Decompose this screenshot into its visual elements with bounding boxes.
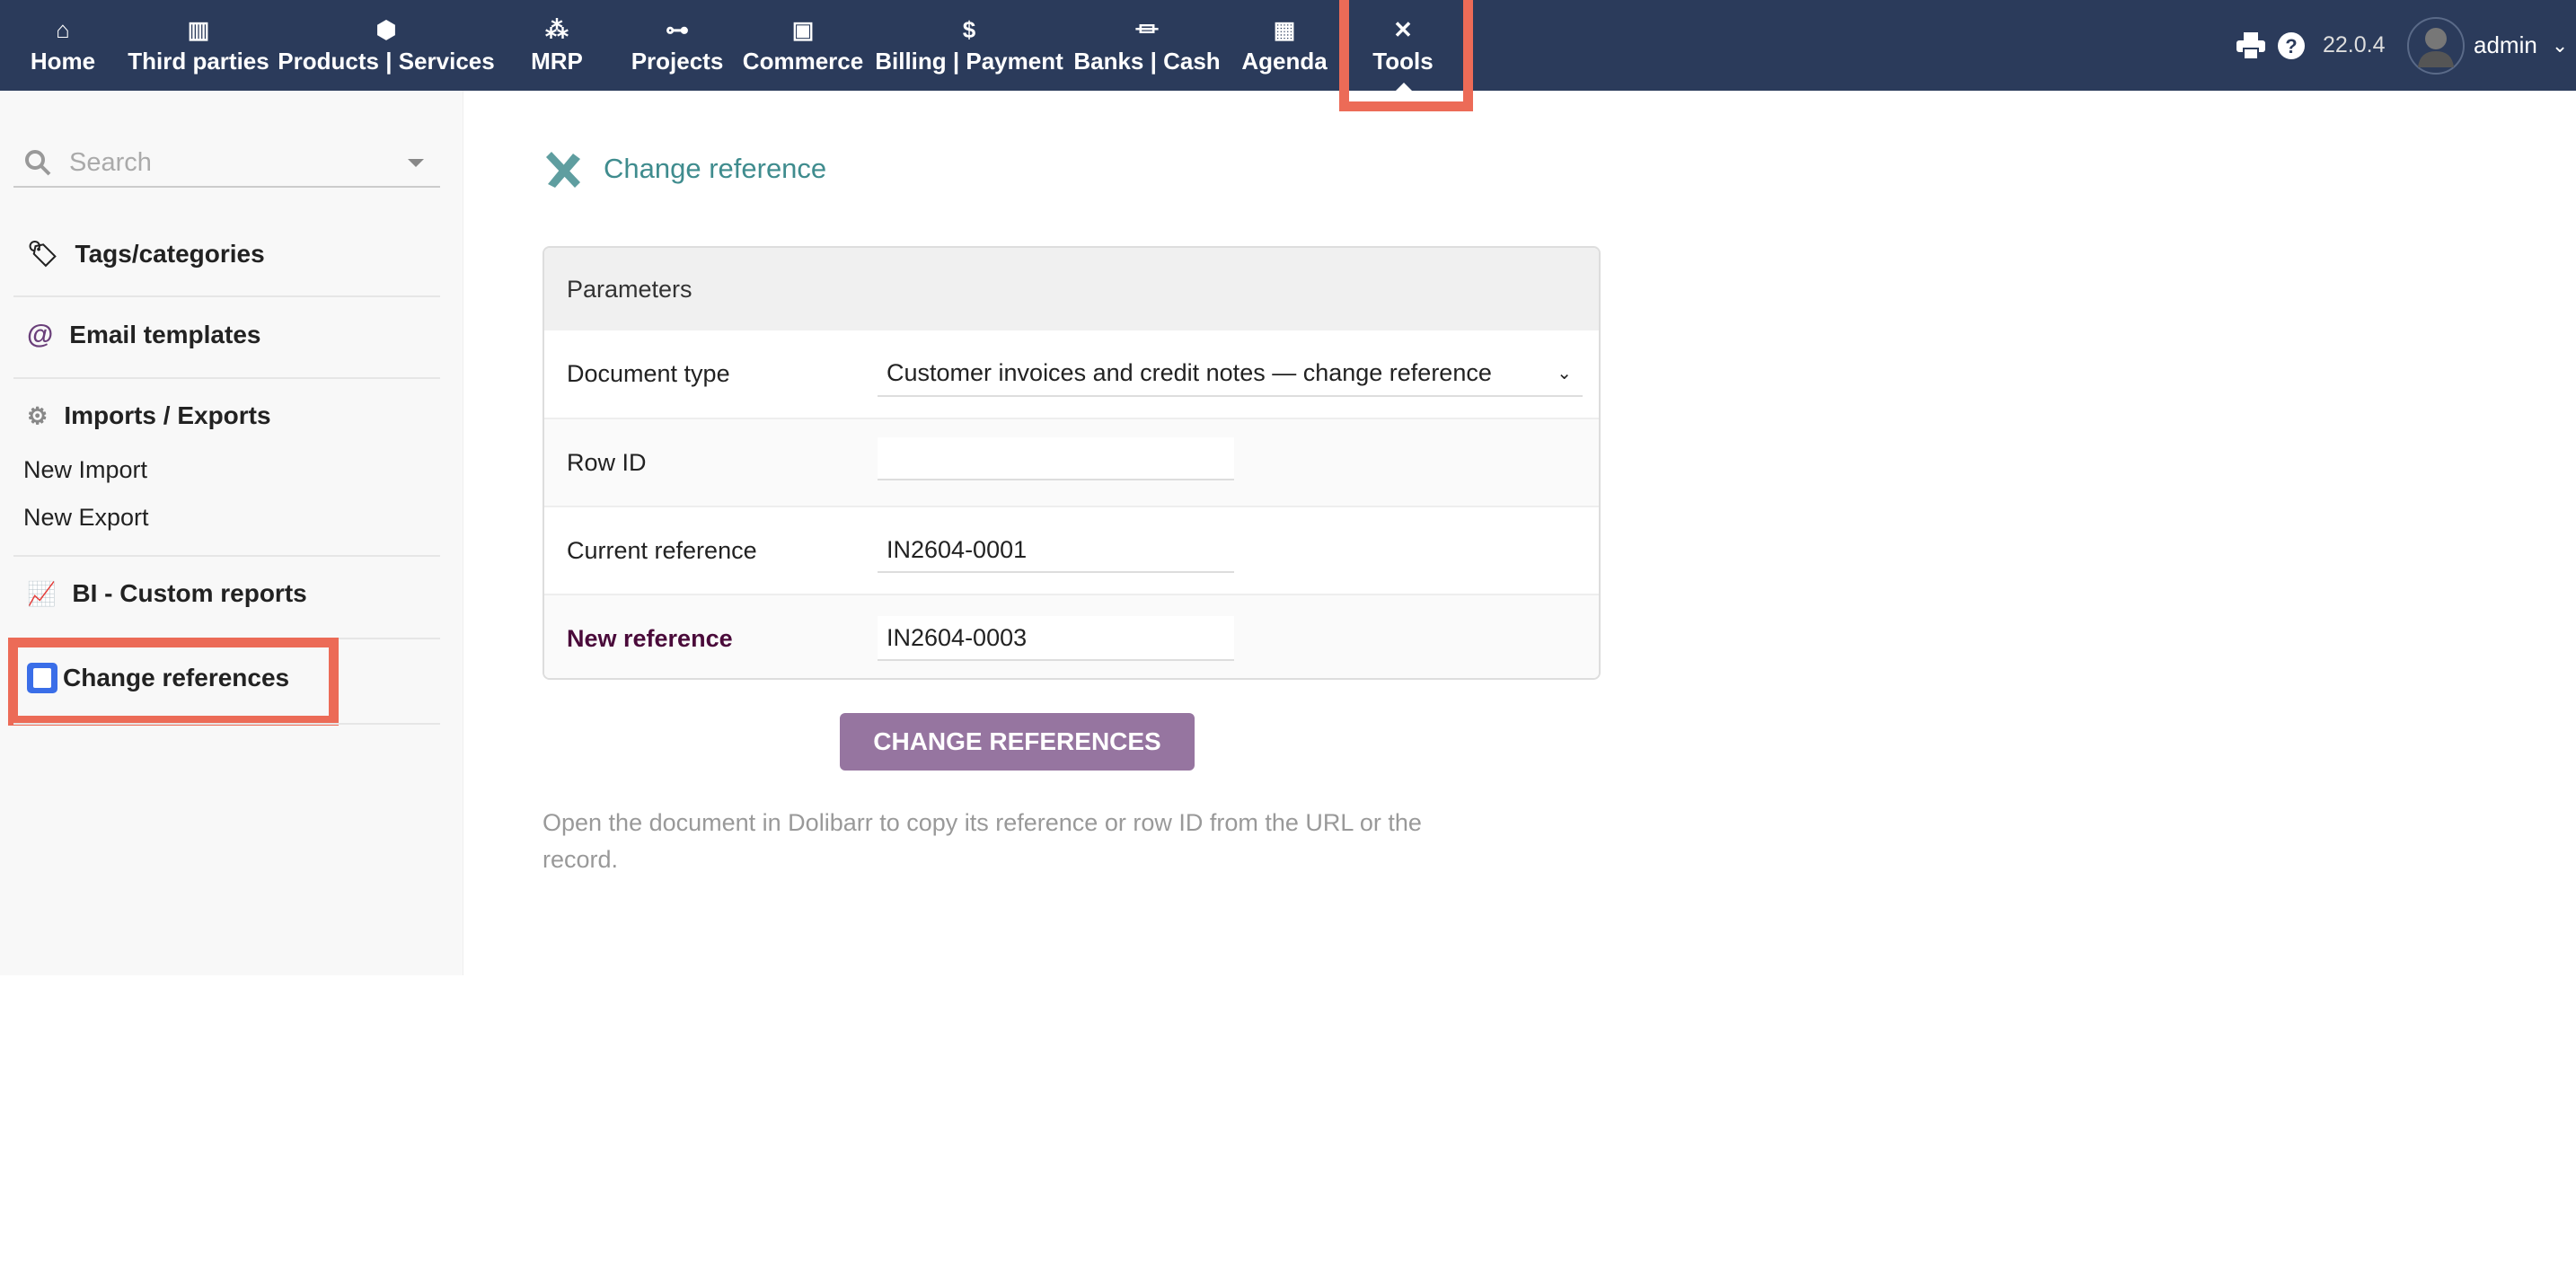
change-references-button[interactable]: CHANGE REFERENCES xyxy=(840,713,1195,771)
nav-label: Agenda xyxy=(1241,47,1327,75)
calendar-icon: ▦ xyxy=(1274,16,1296,47)
divider xyxy=(13,723,440,725)
field-label: Current reference xyxy=(567,537,757,565)
nav-banks-cash[interactable]: ⏛Banks | Cash xyxy=(1073,0,1220,91)
cube-icon: ⬢ xyxy=(376,16,397,47)
tools-highlight-annotation xyxy=(1339,0,1473,111)
nav-home[interactable]: ⌂Home xyxy=(31,0,95,91)
nav-commerce[interactable]: ▣Commerce xyxy=(743,0,863,91)
nav-billing-payment[interactable]: $Billing | Payment xyxy=(875,0,1063,91)
suitcase-icon: ▣ xyxy=(792,16,815,47)
field-label: Row ID xyxy=(567,449,647,477)
username: admin xyxy=(2474,31,2537,59)
help-text: Open the document in Dolibarr to copy it… xyxy=(543,805,1486,878)
sidebar-item-label: BI - Custom reports xyxy=(72,579,306,608)
svg-text:?: ? xyxy=(2285,35,2297,57)
nav-label: Products | Services xyxy=(278,47,494,75)
sidebar-link-new-export[interactable]: New Export xyxy=(23,504,149,532)
new-reference-row: New reference IN2604-0003 xyxy=(544,594,1599,680)
row-id-input[interactable] xyxy=(878,437,1234,480)
document-type-select[interactable]: Customer invoices and credit notes — cha… xyxy=(878,352,1583,397)
dropdown-arrow-icon xyxy=(408,159,424,167)
building-icon: ▥ xyxy=(188,16,210,47)
tag-icon: 🏷 xyxy=(27,239,59,269)
divider xyxy=(13,555,440,557)
sidebar-item-label: Tags/categories xyxy=(75,240,265,269)
page-title: Change reference xyxy=(543,148,826,189)
project-diagram-icon: ⊶ xyxy=(666,16,689,47)
nav-label: Billing | Payment xyxy=(875,47,1063,75)
sidebar-item-label: Imports / Exports xyxy=(64,401,270,430)
at-icon: @ xyxy=(27,320,53,350)
nav-label: Projects xyxy=(631,47,724,75)
page-title-text: Change reference xyxy=(604,153,826,185)
bank-icon: ⏛ xyxy=(1135,16,1159,47)
field-label: Document type xyxy=(567,360,730,388)
version-label: 22.0.4 xyxy=(2323,32,2386,58)
nav-label: Third parties xyxy=(128,47,269,75)
chevron-down-icon: ⌄ xyxy=(2552,34,2568,57)
search-icon xyxy=(24,149,51,176)
search-input[interactable]: Search xyxy=(13,139,440,188)
new-reference-input[interactable]: IN2604-0003 xyxy=(878,616,1234,661)
row-id-row: Row ID xyxy=(544,418,1599,506)
panel-header: Parameters xyxy=(544,248,1599,330)
nav-mrp[interactable]: ⁂MRP xyxy=(531,0,583,91)
avatar xyxy=(2407,17,2465,75)
nav-label: Home xyxy=(31,47,95,75)
sidebar-item-email-templates[interactable]: @ Email templates xyxy=(27,320,260,350)
sidebar-item-label: Email templates xyxy=(69,321,260,349)
cogs-icon: ⚙ xyxy=(27,402,48,430)
divider xyxy=(13,295,440,297)
chart-line-icon: 📈 xyxy=(27,580,56,608)
parameters-panel: Parameters Document type Customer invoic… xyxy=(543,246,1601,680)
cubes-icon: ⁂ xyxy=(545,16,569,47)
search-placeholder: Search xyxy=(69,148,152,178)
user-menu[interactable]: admin ⌄ xyxy=(2407,0,2568,91)
help-icon[interactable]: ? xyxy=(2278,32,2305,59)
tools-icon xyxy=(543,148,584,189)
current-reference-input[interactable]: IN2604-0001 xyxy=(878,528,1234,573)
nav-third-parties[interactable]: ▥Third parties xyxy=(128,0,269,91)
document-type-row: Document type Customer invoices and cred… xyxy=(544,330,1599,418)
chevron-down-icon: ⌄ xyxy=(1557,362,1572,384)
nav-label: Commerce xyxy=(743,47,863,75)
sidebar-item-imports-exports[interactable]: ⚙ Imports / Exports xyxy=(27,401,271,430)
invoice-icon: $ xyxy=(963,16,975,47)
change-references-highlight-annotation xyxy=(8,638,339,726)
top-navigation-bar: ⌂Home ▥Third parties ⬢Products | Service… xyxy=(0,0,2576,91)
nav-label: Banks | Cash xyxy=(1073,47,1220,75)
nav-projects[interactable]: ⊶Projects xyxy=(631,0,724,91)
nav-label: MRP xyxy=(531,47,583,75)
print-icon[interactable] xyxy=(2236,32,2265,59)
field-label: New reference xyxy=(567,625,733,653)
sidebar-item-tags[interactable]: 🏷 Tags/categories xyxy=(27,239,265,269)
sidebar xyxy=(0,91,463,975)
current-reference-row: Current reference IN2604-0001 xyxy=(544,506,1599,594)
sidebar-link-new-import[interactable]: New Import xyxy=(23,456,147,484)
divider xyxy=(13,377,440,379)
nav-agenda[interactable]: ▦Agenda xyxy=(1241,0,1327,91)
home-icon: ⌂ xyxy=(56,16,70,47)
nav-products-services[interactable]: ⬢Products | Services xyxy=(278,0,494,91)
top-right-tools: ? 22.0.4 xyxy=(2236,0,2386,91)
selected-value: Customer invoices and credit notes — cha… xyxy=(887,359,1492,387)
sidebar-item-bi-custom-reports[interactable]: 📈 BI - Custom reports xyxy=(27,579,307,608)
